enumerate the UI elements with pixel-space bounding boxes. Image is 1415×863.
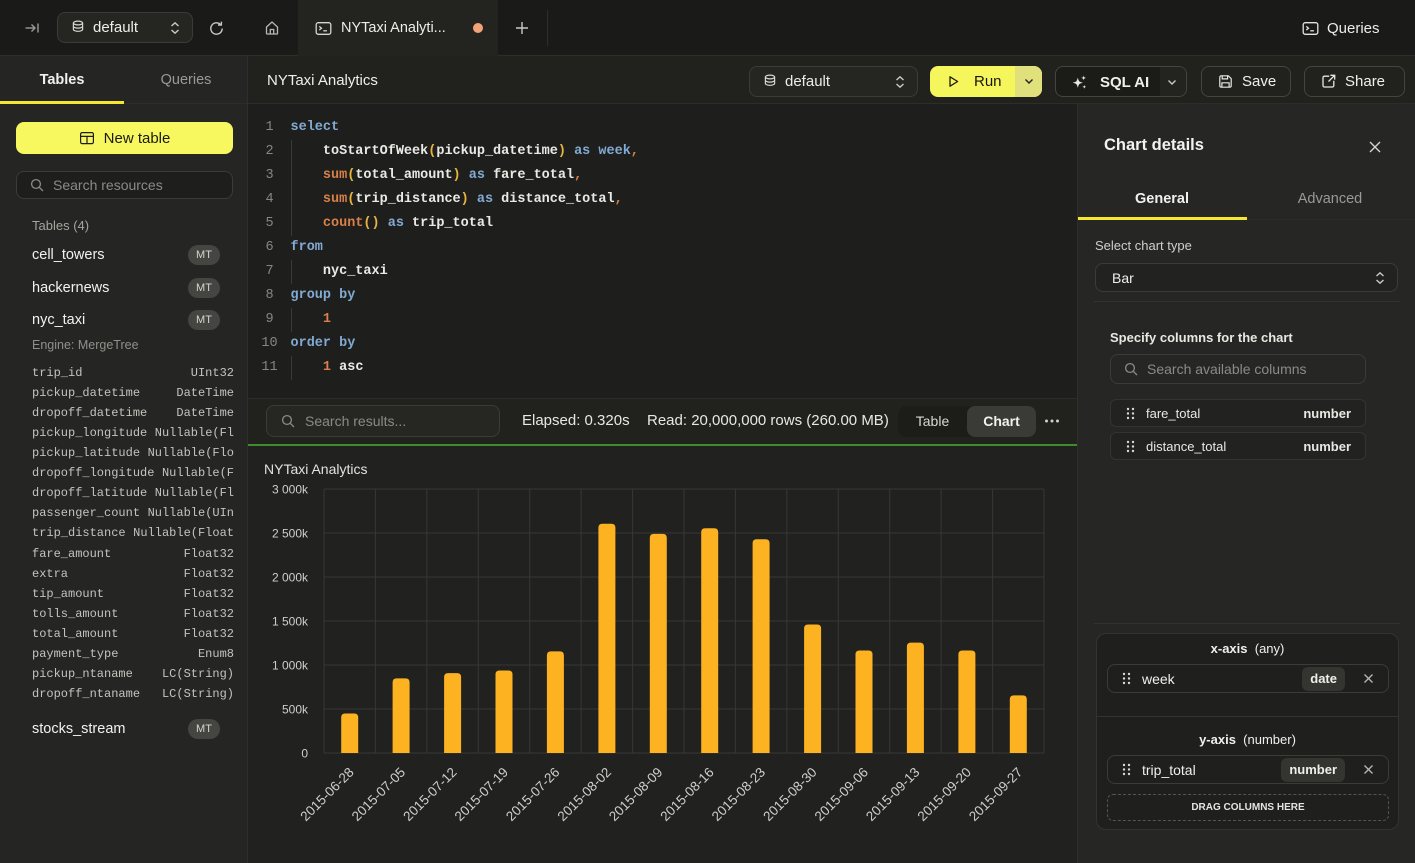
svg-text:2015-09-20: 2015-09-20 (915, 765, 974, 824)
svg-text:0: 0 (301, 747, 308, 761)
svg-text:500k: 500k (282, 703, 309, 717)
svg-text:2015-08-30: 2015-08-30 (760, 765, 819, 824)
svg-text:2015-08-16: 2015-08-16 (657, 765, 716, 824)
svg-text:1 000k: 1 000k (272, 659, 309, 673)
svg-text:2015-08-02: 2015-08-02 (555, 765, 614, 824)
svg-text:2015-07-05: 2015-07-05 (349, 765, 408, 824)
svg-text:1 500k: 1 500k (272, 615, 309, 629)
svg-text:2 000k: 2 000k (272, 571, 309, 585)
svg-text:2015-09-27: 2015-09-27 (966, 765, 1025, 824)
svg-text:2015-08-23: 2015-08-23 (709, 765, 768, 824)
svg-text:2015-09-06: 2015-09-06 (812, 765, 871, 824)
svg-text:2015-07-19: 2015-07-19 (452, 765, 511, 824)
svg-text:3 000k: 3 000k (272, 483, 309, 497)
svg-text:2 500k: 2 500k (272, 527, 309, 541)
svg-text:2015-07-26: 2015-07-26 (503, 765, 562, 824)
svg-text:2015-07-12: 2015-07-12 (400, 765, 459, 824)
svg-text:2015-09-13: 2015-09-13 (863, 765, 922, 824)
svg-text:2015-08-09: 2015-08-09 (606, 765, 665, 824)
svg-text:2015-06-28: 2015-06-28 (297, 765, 356, 824)
